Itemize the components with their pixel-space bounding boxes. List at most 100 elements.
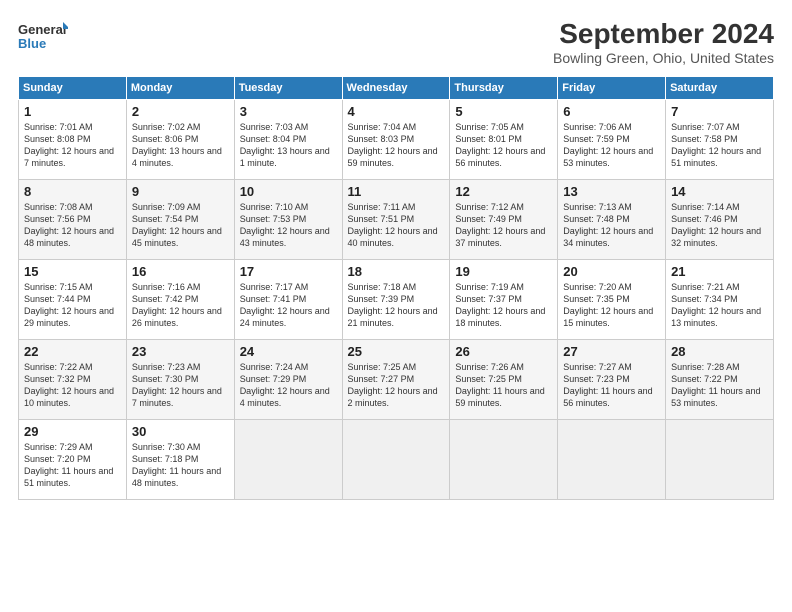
cell-details: Sunrise: 7:02 AM Sunset: 8:06 PM Dayligh… bbox=[132, 121, 229, 170]
week-row-3: 15 Sunrise: 7:15 AM Sunset: 7:44 PM Dayl… bbox=[19, 260, 774, 340]
col-tuesday: Tuesday bbox=[234, 77, 342, 100]
col-sunday: Sunday bbox=[19, 77, 127, 100]
cell-details: Sunrise: 7:22 AM Sunset: 7:32 PM Dayligh… bbox=[24, 361, 121, 410]
col-wednesday: Wednesday bbox=[342, 77, 450, 100]
calendar-cell: 13 Sunrise: 7:13 AM Sunset: 7:48 PM Dayl… bbox=[558, 180, 666, 260]
week-row-5: 29 Sunrise: 7:29 AM Sunset: 7:20 PM Dayl… bbox=[19, 420, 774, 500]
day-number: 30 bbox=[132, 424, 229, 439]
day-number: 13 bbox=[563, 184, 660, 199]
calendar-cell: 28 Sunrise: 7:28 AM Sunset: 7:22 PM Dayl… bbox=[666, 340, 774, 420]
calendar-cell: 14 Sunrise: 7:14 AM Sunset: 7:46 PM Dayl… bbox=[666, 180, 774, 260]
cell-details: Sunrise: 7:11 AM Sunset: 7:51 PM Dayligh… bbox=[348, 201, 445, 250]
day-number: 26 bbox=[455, 344, 552, 359]
day-number: 12 bbox=[455, 184, 552, 199]
svg-text:Blue: Blue bbox=[18, 36, 46, 51]
week-row-4: 22 Sunrise: 7:22 AM Sunset: 7:32 PM Dayl… bbox=[19, 340, 774, 420]
col-thursday: Thursday bbox=[450, 77, 558, 100]
calendar-cell: 23 Sunrise: 7:23 AM Sunset: 7:30 PM Dayl… bbox=[126, 340, 234, 420]
week-row-1: 1 Sunrise: 7:01 AM Sunset: 8:08 PM Dayli… bbox=[19, 100, 774, 180]
day-number: 5 bbox=[455, 104, 552, 119]
day-number: 7 bbox=[671, 104, 768, 119]
cell-details: Sunrise: 7:16 AM Sunset: 7:42 PM Dayligh… bbox=[132, 281, 229, 330]
calendar-cell: 25 Sunrise: 7:25 AM Sunset: 7:27 PM Dayl… bbox=[342, 340, 450, 420]
calendar-cell: 24 Sunrise: 7:24 AM Sunset: 7:29 PM Dayl… bbox=[234, 340, 342, 420]
calendar-cell: 2 Sunrise: 7:02 AM Sunset: 8:06 PM Dayli… bbox=[126, 100, 234, 180]
cell-details: Sunrise: 7:10 AM Sunset: 7:53 PM Dayligh… bbox=[240, 201, 337, 250]
calendar-cell: 11 Sunrise: 7:11 AM Sunset: 7:51 PM Dayl… bbox=[342, 180, 450, 260]
day-number: 2 bbox=[132, 104, 229, 119]
week-row-2: 8 Sunrise: 7:08 AM Sunset: 7:56 PM Dayli… bbox=[19, 180, 774, 260]
cell-details: Sunrise: 7:25 AM Sunset: 7:27 PM Dayligh… bbox=[348, 361, 445, 410]
cell-details: Sunrise: 7:21 AM Sunset: 7:34 PM Dayligh… bbox=[671, 281, 768, 330]
day-number: 8 bbox=[24, 184, 121, 199]
calendar-cell: 20 Sunrise: 7:20 AM Sunset: 7:35 PM Dayl… bbox=[558, 260, 666, 340]
day-number: 17 bbox=[240, 264, 337, 279]
cell-details: Sunrise: 7:03 AM Sunset: 8:04 PM Dayligh… bbox=[240, 121, 337, 170]
cell-details: Sunrise: 7:14 AM Sunset: 7:46 PM Dayligh… bbox=[671, 201, 768, 250]
calendar-cell: 10 Sunrise: 7:10 AM Sunset: 7:53 PM Dayl… bbox=[234, 180, 342, 260]
calendar-cell: 9 Sunrise: 7:09 AM Sunset: 7:54 PM Dayli… bbox=[126, 180, 234, 260]
day-number: 15 bbox=[24, 264, 121, 279]
cell-details: Sunrise: 7:18 AM Sunset: 7:39 PM Dayligh… bbox=[348, 281, 445, 330]
calendar-cell bbox=[234, 420, 342, 500]
calendar-cell: 16 Sunrise: 7:16 AM Sunset: 7:42 PM Dayl… bbox=[126, 260, 234, 340]
header: General Blue September 2024 Bowling Gree… bbox=[18, 18, 774, 66]
calendar-cell: 8 Sunrise: 7:08 AM Sunset: 7:56 PM Dayli… bbox=[19, 180, 127, 260]
calendar-cell: 26 Sunrise: 7:26 AM Sunset: 7:25 PM Dayl… bbox=[450, 340, 558, 420]
day-number: 3 bbox=[240, 104, 337, 119]
cell-details: Sunrise: 7:24 AM Sunset: 7:29 PM Dayligh… bbox=[240, 361, 337, 410]
calendar-cell bbox=[558, 420, 666, 500]
day-number: 28 bbox=[671, 344, 768, 359]
day-number: 22 bbox=[24, 344, 121, 359]
col-monday: Monday bbox=[126, 77, 234, 100]
day-number: 9 bbox=[132, 184, 229, 199]
calendar-cell: 29 Sunrise: 7:29 AM Sunset: 7:20 PM Dayl… bbox=[19, 420, 127, 500]
main-title: September 2024 bbox=[553, 18, 774, 50]
day-number: 25 bbox=[348, 344, 445, 359]
cell-details: Sunrise: 7:09 AM Sunset: 7:54 PM Dayligh… bbox=[132, 201, 229, 250]
cell-details: Sunrise: 7:28 AM Sunset: 7:22 PM Dayligh… bbox=[671, 361, 768, 410]
cell-details: Sunrise: 7:17 AM Sunset: 7:41 PM Dayligh… bbox=[240, 281, 337, 330]
svg-text:General: General bbox=[18, 22, 66, 37]
cell-details: Sunrise: 7:15 AM Sunset: 7:44 PM Dayligh… bbox=[24, 281, 121, 330]
cell-details: Sunrise: 7:07 AM Sunset: 7:58 PM Dayligh… bbox=[671, 121, 768, 170]
subtitle: Bowling Green, Ohio, United States bbox=[553, 50, 774, 66]
cell-details: Sunrise: 7:27 AM Sunset: 7:23 PM Dayligh… bbox=[563, 361, 660, 410]
day-number: 6 bbox=[563, 104, 660, 119]
cell-details: Sunrise: 7:01 AM Sunset: 8:08 PM Dayligh… bbox=[24, 121, 121, 170]
calendar-cell: 30 Sunrise: 7:30 AM Sunset: 7:18 PM Dayl… bbox=[126, 420, 234, 500]
day-number: 24 bbox=[240, 344, 337, 359]
calendar-cell: 7 Sunrise: 7:07 AM Sunset: 7:58 PM Dayli… bbox=[666, 100, 774, 180]
calendar-cell: 19 Sunrise: 7:19 AM Sunset: 7:37 PM Dayl… bbox=[450, 260, 558, 340]
day-number: 29 bbox=[24, 424, 121, 439]
day-number: 19 bbox=[455, 264, 552, 279]
cell-details: Sunrise: 7:13 AM Sunset: 7:48 PM Dayligh… bbox=[563, 201, 660, 250]
cell-details: Sunrise: 7:06 AM Sunset: 7:59 PM Dayligh… bbox=[563, 121, 660, 170]
logo-svg: General Blue bbox=[18, 18, 68, 54]
calendar-cell: 4 Sunrise: 7:04 AM Sunset: 8:03 PM Dayli… bbox=[342, 100, 450, 180]
calendar-cell bbox=[342, 420, 450, 500]
day-number: 21 bbox=[671, 264, 768, 279]
calendar-cell: 22 Sunrise: 7:22 AM Sunset: 7:32 PM Dayl… bbox=[19, 340, 127, 420]
calendar-cell: 3 Sunrise: 7:03 AM Sunset: 8:04 PM Dayli… bbox=[234, 100, 342, 180]
cell-details: Sunrise: 7:19 AM Sunset: 7:37 PM Dayligh… bbox=[455, 281, 552, 330]
day-number: 18 bbox=[348, 264, 445, 279]
cell-details: Sunrise: 7:23 AM Sunset: 7:30 PM Dayligh… bbox=[132, 361, 229, 410]
calendar-cell: 18 Sunrise: 7:18 AM Sunset: 7:39 PM Dayl… bbox=[342, 260, 450, 340]
day-number: 14 bbox=[671, 184, 768, 199]
logo: General Blue bbox=[18, 18, 68, 54]
title-area: September 2024 Bowling Green, Ohio, Unit… bbox=[553, 18, 774, 66]
day-number: 27 bbox=[563, 344, 660, 359]
header-row: Sunday Monday Tuesday Wednesday Thursday… bbox=[19, 77, 774, 100]
cell-details: Sunrise: 7:12 AM Sunset: 7:49 PM Dayligh… bbox=[455, 201, 552, 250]
col-saturday: Saturday bbox=[666, 77, 774, 100]
day-number: 10 bbox=[240, 184, 337, 199]
calendar-cell bbox=[666, 420, 774, 500]
calendar-cell bbox=[450, 420, 558, 500]
calendar-page: General Blue September 2024 Bowling Gree… bbox=[0, 0, 792, 612]
calendar-cell: 1 Sunrise: 7:01 AM Sunset: 8:08 PM Dayli… bbox=[19, 100, 127, 180]
calendar-cell: 15 Sunrise: 7:15 AM Sunset: 7:44 PM Dayl… bbox=[19, 260, 127, 340]
cell-details: Sunrise: 7:29 AM Sunset: 7:20 PM Dayligh… bbox=[24, 441, 121, 490]
cell-details: Sunrise: 7:04 AM Sunset: 8:03 PM Dayligh… bbox=[348, 121, 445, 170]
day-number: 11 bbox=[348, 184, 445, 199]
